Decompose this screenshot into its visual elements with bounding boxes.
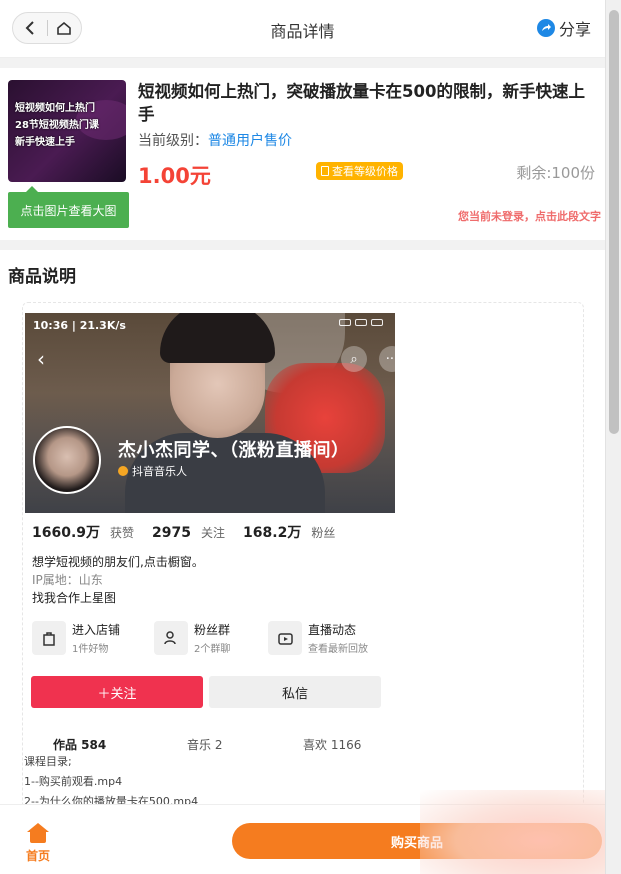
likes-count: 1660.9万 (32, 525, 101, 541)
fan-group-entry: 粉丝群 2个群聊 (154, 621, 254, 655)
likes-label: 获赞 (110, 526, 135, 540)
live-entry: 直播动态 查看最新回放 (268, 621, 368, 655)
share-button[interactable]: 分享 (536, 16, 591, 40)
message-button: 私信 (209, 676, 381, 708)
profile-bio: 想学短视频的朋友们,点击橱窗。 IP属地：山东 找我合作上星图 (32, 555, 204, 605)
status-bar-time: 10:36 | 21.3K/s (33, 319, 126, 332)
home-icon (27, 823, 49, 843)
course-catalog: 课程目录; 1--购买前观看.mp4 2--为什么你的播放量卡在500.mp4 (24, 755, 199, 808)
musician-badge: 抖音音乐人 (118, 463, 187, 479)
tab-likes: 喜欢 1166 (303, 738, 362, 752)
live-tv-icon (268, 621, 302, 655)
following-label: 关注 (201, 526, 226, 540)
watermark-blur (420, 790, 621, 874)
home-tab[interactable]: 首页 (20, 823, 56, 864)
share-label: 分享 (558, 20, 591, 39)
follow-button: ＋关注 (31, 676, 203, 708)
share-icon (536, 19, 555, 37)
stock-remaining: 剩余:100份 (516, 164, 595, 182)
more-icon: ··· (379, 346, 395, 372)
level-label: 当前级别： (138, 133, 208, 149)
top-bar: 商品详情 分享 (0, 0, 605, 58)
thumbnail-text: 短视频如何上热门 28节短视频热门课 新手快速上手 (15, 103, 99, 148)
price: 1.00元 (138, 164, 211, 188)
section-title: 商品说明 (8, 267, 76, 287)
profile-actions: 进入店铺 1件好物 粉丝群 2个群聊 直播动态 查看最新回放 (32, 621, 368, 655)
level-value: 普通用户售价 (208, 133, 292, 149)
fan-group-icon (154, 621, 188, 655)
view-large-image-button[interactable]: 点击图片查看大图 (8, 186, 129, 228)
profile-screenshot: 10:36 | 21.3K/s ‹ ⌕ ··· 杰小杰同学、（涨粉直播间） 抖音… (25, 313, 395, 513)
followers-count: 168.2万 (243, 525, 302, 541)
view-level-price-button[interactable]: 查看等级价格 (316, 162, 403, 180)
chevron-left-icon: ‹ (37, 347, 45, 371)
level-row: 当前级别：普通用户售价 (138, 130, 292, 150)
tab-works: 作品 584 (53, 738, 107, 752)
product-thumbnail[interactable]: 短视频如何上热门 28节短视频热门课 新手快速上手 (8, 80, 126, 182)
shop-entry: 进入店铺 1件好物 (32, 621, 132, 655)
product-info-card: 短视频如何上热门 28节短视频热门课 新手快速上手 点击图片查看大图 短视频如何… (0, 68, 605, 240)
page: 商品详情 分享 短视频如何上热门 28节短视频热门课 新手快速上手 点击图片查看… (0, 0, 621, 874)
page-title: 商品详情 (270, 22, 335, 41)
verified-icon (118, 466, 128, 476)
avatar (33, 426, 101, 494)
login-notice-link[interactable]: 您当前未登录，点击此段文字 (380, 208, 605, 224)
scrollbar-thumb[interactable] (609, 10, 619, 434)
profile-stats: 1660.9万 获赞 2975 关注 168.2万 粉丝 (32, 522, 343, 542)
tab-music: 音乐 2 (187, 738, 223, 752)
scrollbar[interactable] (605, 0, 621, 874)
phone-icon (321, 166, 329, 176)
shop-bag-icon (32, 621, 66, 655)
status-icons (339, 319, 383, 326)
product-title: 短视频如何上热门，突破播放量卡在500的限制，新手快速上手 (138, 82, 585, 124)
followers-label: 粉丝 (311, 526, 336, 540)
profile-username: 杰小杰同学、（涨粉直播间） (118, 440, 350, 461)
search-icon: ⌕ (341, 346, 367, 372)
following-count: 2975 (152, 525, 192, 541)
